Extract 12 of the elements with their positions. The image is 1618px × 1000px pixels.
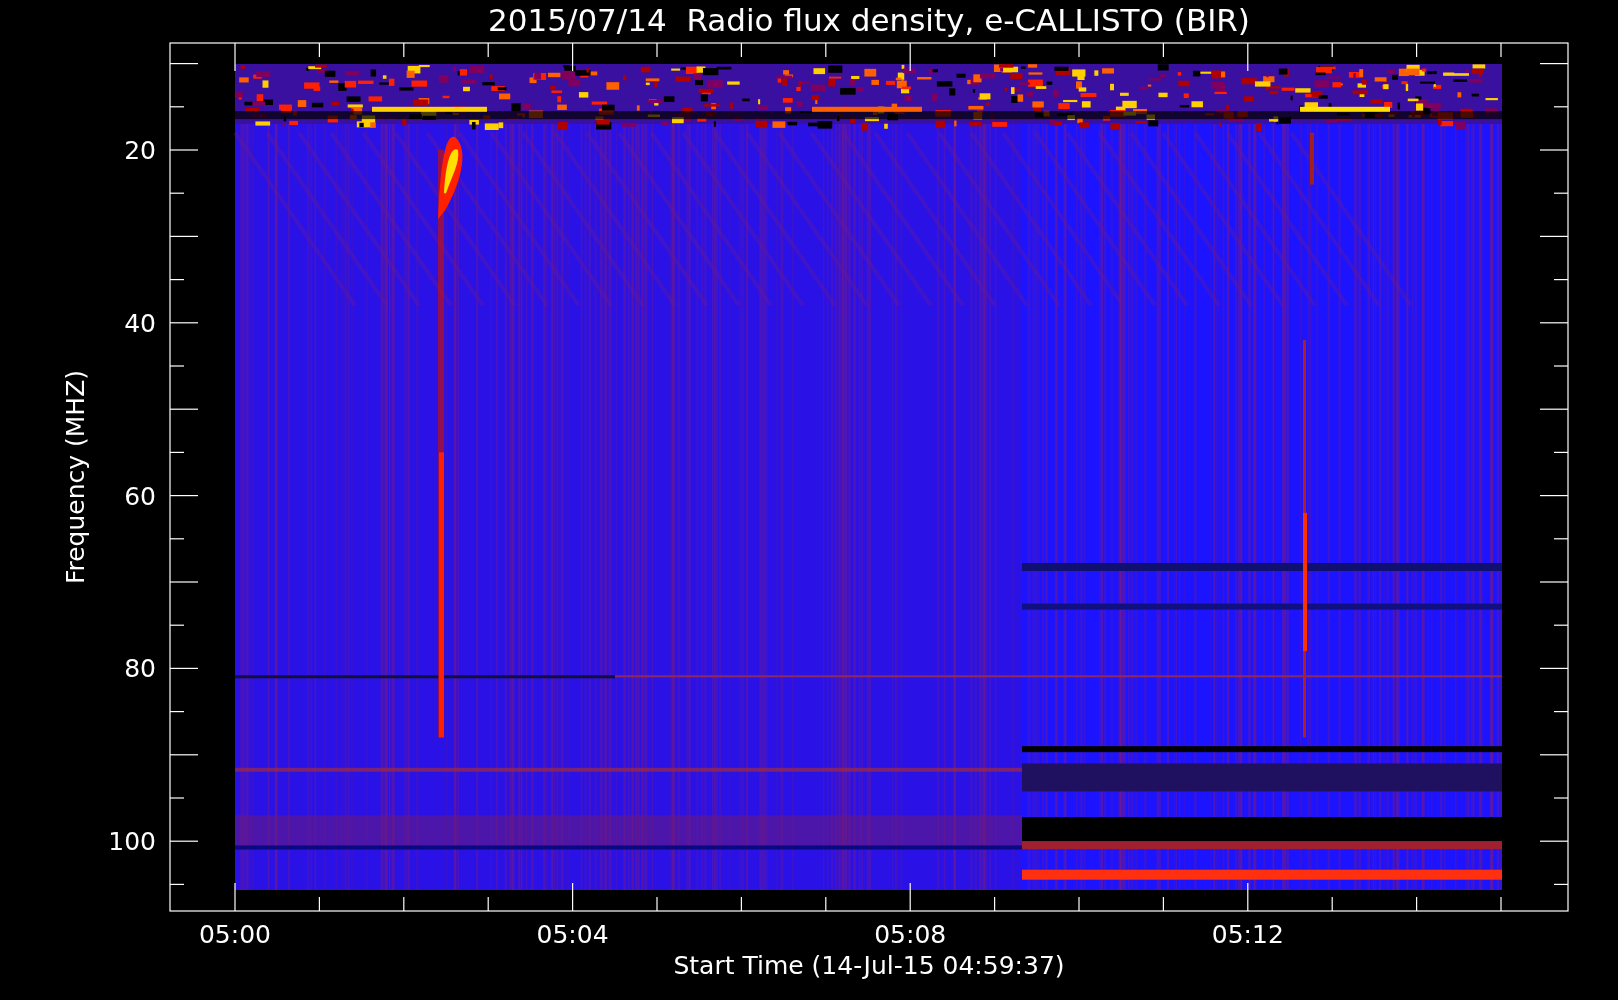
x-tick-label: 05:00 — [199, 920, 271, 949]
x-tick-label: 05:04 — [536, 920, 609, 949]
y-tick-label: 40 — [124, 308, 156, 338]
y-tick-label: 100 — [108, 827, 156, 857]
y-axis-label: Frequency (MHZ) — [61, 369, 90, 585]
y-tick-label: 80 — [124, 654, 156, 684]
chart-title: 2015/07/14 Radio flux density, e-CALLISTO (BIR) — [488, 2, 1250, 38]
y-tick-label: 60 — [124, 481, 156, 511]
x-tick-label: 05:08 — [874, 920, 947, 949]
x-tick-label: 05:12 — [1211, 920, 1284, 949]
x-axis-label: Start Time (14-Jul-15 04:59:37) — [673, 951, 1065, 980]
y-tick-label: 20 — [124, 136, 156, 165]
